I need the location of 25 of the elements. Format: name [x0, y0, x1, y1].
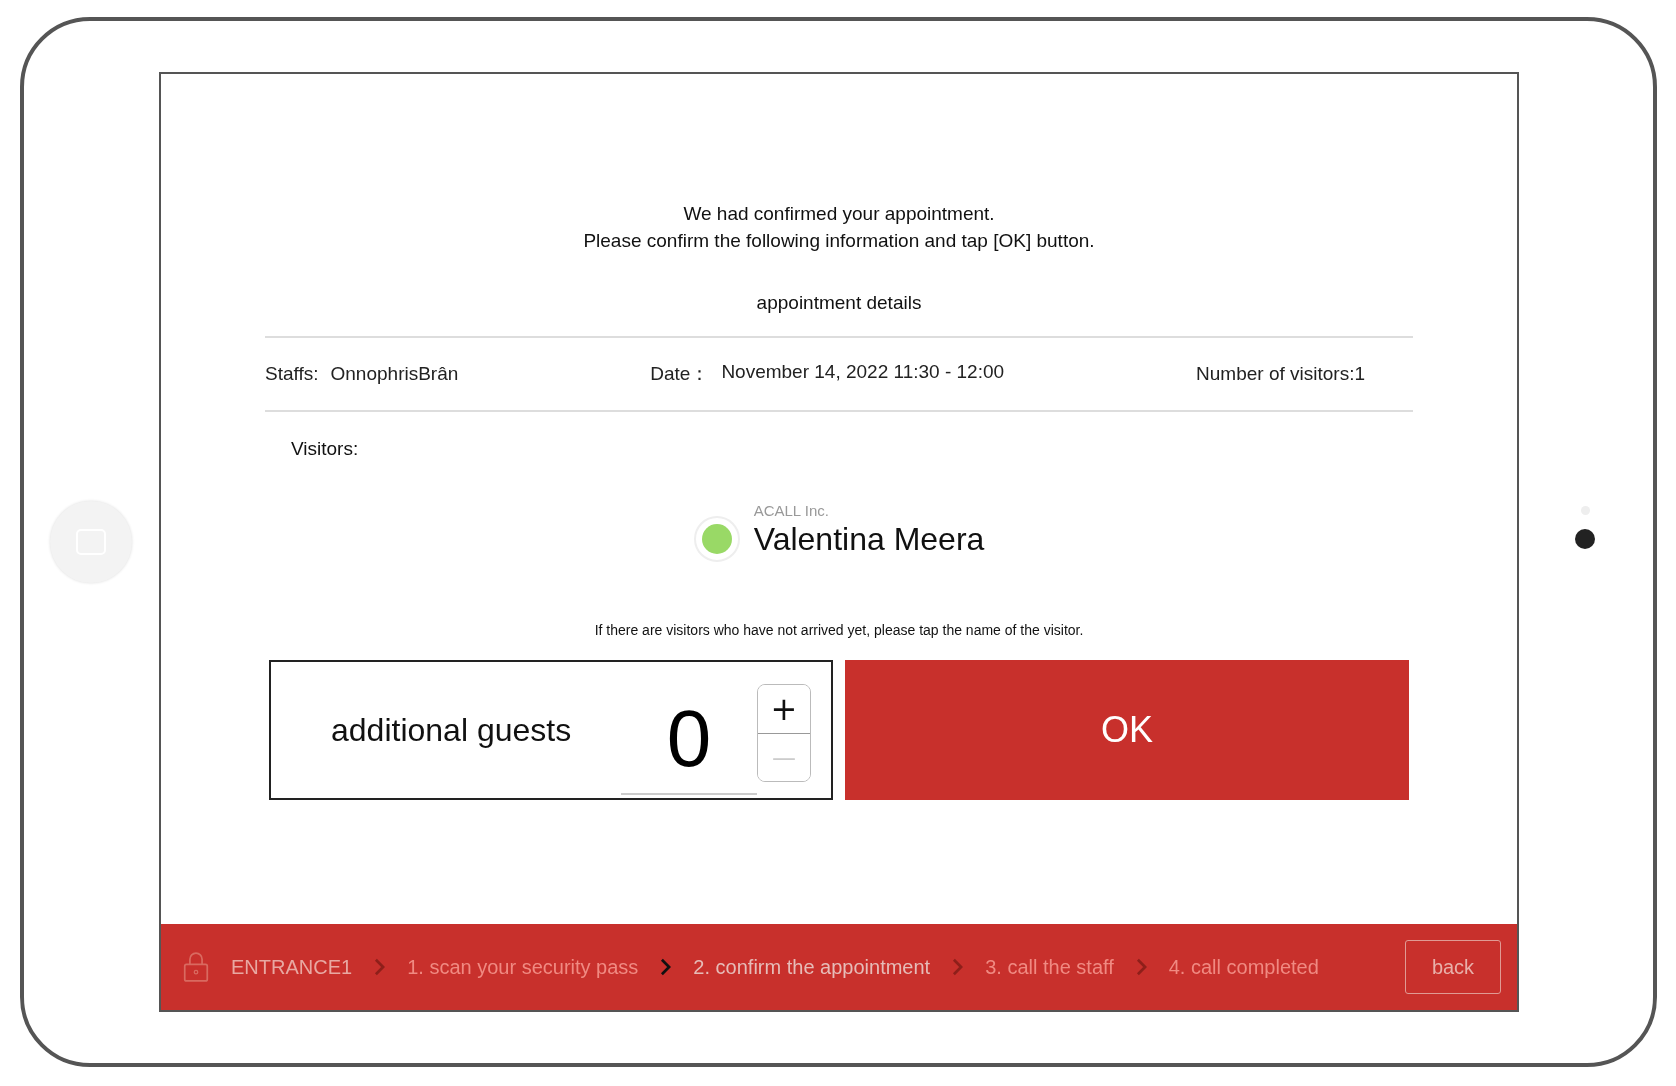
detail-label: Number of visitors:1	[1196, 363, 1365, 385]
lock-icon	[183, 951, 209, 983]
chevron-icon	[374, 958, 386, 976]
visitor-name[interactable]: Valentina Meera	[753, 521, 985, 558]
chevron-icon	[952, 958, 964, 976]
guests-label: additional guests	[331, 711, 573, 749]
hint-text: If there are visitors who have not arrived yet, please tap the name of the visitor.	[593, 622, 1085, 638]
message-text: We had confirmed your appointment.	[682, 202, 996, 226]
detail-label: Staffs:	[265, 363, 319, 385]
step-label: 4. call completed	[1168, 955, 1319, 979]
location-label: ENTRANCE1	[231, 955, 353, 979]
step-label: 2. confirm the appointment	[693, 955, 931, 979]
message-text: Please confirm the following information and tap [OK] button.	[582, 229, 1096, 253]
company-name: ACALL Inc.	[753, 502, 830, 519]
step-label: 3. call the staff	[985, 955, 1114, 979]
section-title: appointment details	[265, 292, 1413, 338]
ok-button[interactable]: OK	[845, 660, 1409, 800]
step-label: 1. scan your security pass	[407, 955, 639, 979]
visitors-label: Visitors:	[291, 438, 360, 460]
camera-icon	[1575, 528, 1595, 549]
detail-value: OnnophrisBrân	[330, 363, 459, 385]
detail-value: November 14, 2022 11:30 - 12:00	[721, 361, 1005, 384]
chevron-icon	[1135, 958, 1147, 976]
detail-label: Date：	[650, 362, 710, 386]
chevron-icon	[660, 958, 672, 976]
